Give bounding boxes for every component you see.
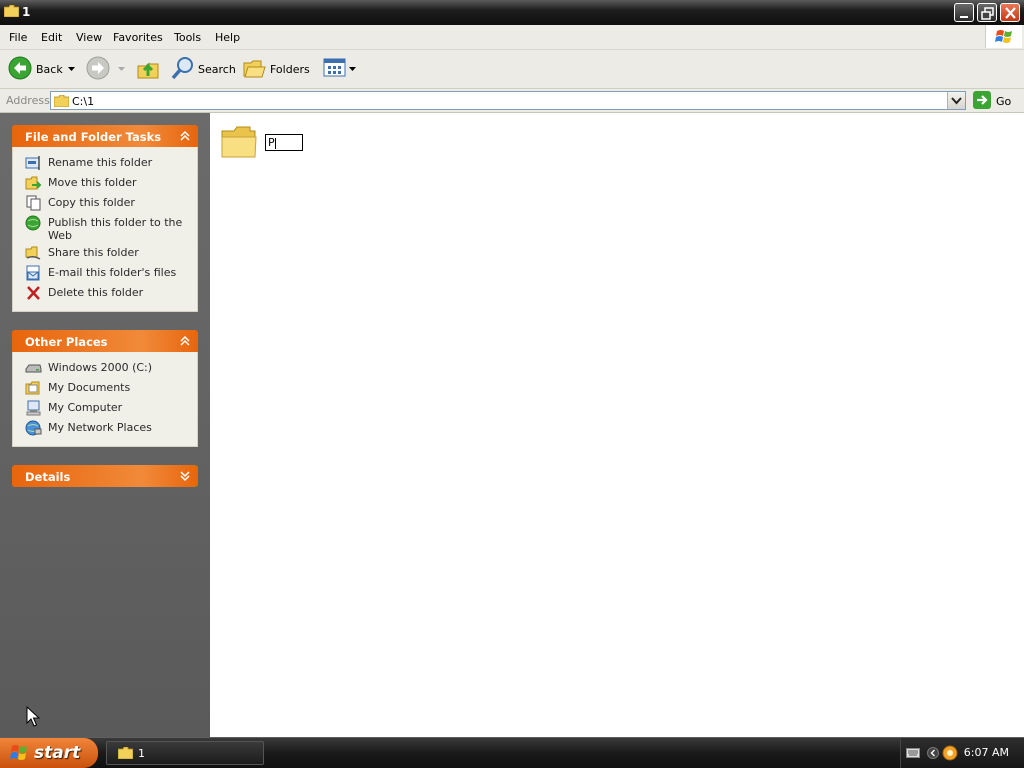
- details-header[interactable]: Details: [12, 465, 198, 487]
- forward-button[interactable]: [86, 56, 125, 82]
- network-places-icon: [25, 420, 42, 436]
- folders-label: Folders: [270, 63, 310, 76]
- place-local-disk[interactable]: Windows 2000 (C:): [13, 358, 197, 378]
- toolbar: Back Search Folders: [0, 50, 1024, 89]
- folder-content-area[interactable]: P: [210, 113, 1024, 737]
- folders-icon: [243, 60, 266, 78]
- menu-favorites[interactable]: Favorites: [113, 31, 163, 44]
- file-folder-tasks-panel: File and Folder Tasks Rename this folder…: [12, 125, 198, 312]
- panel-title: Other Places: [25, 335, 108, 349]
- address-label: Address: [6, 94, 50, 107]
- back-arrow-icon: [8, 56, 32, 80]
- rename-icon: [25, 156, 40, 170]
- panel-title: File and Folder Tasks: [25, 130, 162, 144]
- menu-edit[interactable]: Edit: [41, 31, 62, 44]
- place-my-documents[interactable]: My Documents: [13, 378, 197, 398]
- up-folder-icon: [137, 62, 159, 79]
- details-panel: Details: [12, 465, 198, 487]
- task-copy-folder[interactable]: Copy this folder: [13, 193, 197, 213]
- folders-button[interactable]: Folders: [243, 56, 310, 82]
- task-delete-folder[interactable]: Delete this folder: [13, 283, 197, 303]
- email-icon: [26, 265, 40, 281]
- start-button[interactable]: start: [0, 738, 98, 768]
- windows-logo-icon: [985, 25, 1022, 48]
- task-email-files[interactable]: E-mail this folder's files: [13, 263, 197, 283]
- menu-tools[interactable]: Tools: [174, 31, 201, 44]
- views-button[interactable]: [323, 56, 357, 82]
- chevron-left-icon[interactable]: [927, 747, 939, 759]
- views-icon: [323, 58, 346, 77]
- other-places-panel: Other Places Windows 2000 (C:) My Docume…: [12, 330, 198, 447]
- drive-icon: [25, 364, 42, 373]
- rename-input-value: P: [268, 136, 275, 149]
- task-move-folder[interactable]: Move this folder: [13, 173, 197, 193]
- go-button[interactable]: Go: [972, 91, 1022, 110]
- share-folder-icon: [25, 246, 41, 260]
- taskbar-window-button[interactable]: 1: [106, 741, 264, 765]
- back-label: Back: [36, 63, 63, 76]
- delete-icon: [27, 286, 40, 300]
- place-my-network-places[interactable]: My Network Places: [13, 418, 197, 438]
- collapse-icon: [180, 130, 190, 141]
- task-rename-folder[interactable]: Rename this folder: [13, 153, 197, 173]
- keyboard-icon[interactable]: [906, 748, 920, 758]
- text-caret: [274, 137, 276, 149]
- move-folder-icon: [25, 176, 42, 190]
- search-icon: [171, 57, 193, 80]
- go-label: Go: [996, 95, 1012, 108]
- copy-icon: [26, 195, 41, 211]
- restore-icon: [981, 7, 994, 20]
- close-button[interactable]: [1000, 3, 1020, 22]
- chevron-down-icon: [118, 67, 125, 71]
- other-places-header[interactable]: Other Places: [12, 330, 198, 352]
- file-folder-tasks-header[interactable]: File and Folder Tasks: [12, 125, 198, 147]
- start-label: start: [34, 743, 81, 763]
- panel-title: Details: [25, 470, 71, 484]
- menu-file[interactable]: File: [9, 31, 27, 44]
- network-status-icon[interactable]: [942, 745, 958, 761]
- address-bar: Address C:\1 Go: [0, 89, 1024, 113]
- back-button[interactable]: Back: [8, 56, 78, 82]
- search-label: Search: [198, 63, 236, 76]
- search-button[interactable]: Search: [170, 56, 236, 82]
- menu-view[interactable]: View: [76, 31, 102, 44]
- minimize-icon: [960, 16, 968, 18]
- restore-button[interactable]: [977, 3, 997, 22]
- address-value: C:\1: [72, 95, 95, 108]
- mouse-cursor-icon: [26, 706, 40, 727]
- task-publish-folder[interactable]: Publish this folder to the Web: [13, 213, 197, 243]
- folder-icon: [4, 5, 19, 17]
- taskbar: start 1 6:07 AM: [0, 738, 1024, 768]
- chevron-down-icon: [349, 67, 356, 71]
- menu-help[interactable]: Help: [215, 31, 240, 44]
- place-my-computer[interactable]: My Computer: [13, 398, 197, 418]
- computer-icon: [26, 400, 41, 416]
- menu-bar: File Edit View Favorites Tools Help: [0, 25, 1024, 50]
- up-folder-button[interactable]: [136, 56, 160, 82]
- chevron-down-icon: [951, 97, 962, 105]
- task-share-folder[interactable]: Share this folder: [13, 243, 197, 263]
- close-icon: [1005, 7, 1016, 19]
- clock: 6:07 AM: [963, 746, 1009, 759]
- folder-icon: [54, 95, 69, 107]
- system-tray: 6:07 AM: [900, 738, 1024, 768]
- forward-arrow-icon: [86, 56, 110, 80]
- address-field[interactable]: C:\1: [50, 91, 966, 110]
- address-dropdown-button[interactable]: [947, 92, 965, 109]
- chevron-down-icon: [68, 67, 75, 71]
- task-pane: File and Folder Tasks Rename this folder…: [0, 113, 210, 737]
- windows-flag-icon: [10, 745, 27, 760]
- window-title: 1: [22, 5, 31, 19]
- go-arrow-icon: [973, 91, 991, 109]
- folder-icon: [118, 747, 133, 759]
- collapse-icon: [180, 335, 190, 346]
- title-bar: 1: [0, 0, 1024, 25]
- taskbar-window-label: 1: [138, 747, 145, 760]
- expand-icon: [180, 471, 190, 482]
- globe-icon: [25, 215, 41, 231]
- documents-icon: [25, 381, 40, 395]
- folder-icon: [221, 126, 257, 158]
- rename-input[interactable]: P: [265, 134, 303, 151]
- minimize-button[interactable]: [954, 3, 974, 22]
